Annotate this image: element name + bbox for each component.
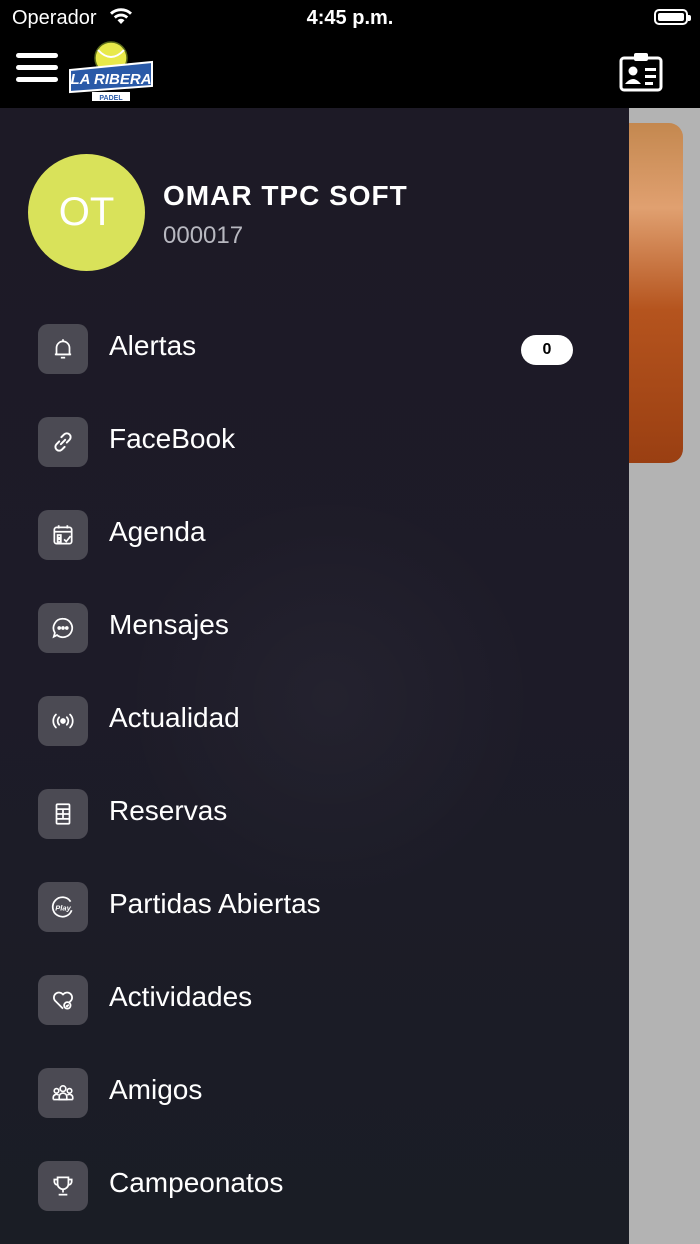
menu-item-mensajes[interactable]: Mensajes — [0, 589, 629, 669]
menu-label: Actualidad — [109, 702, 240, 733]
menu-label: Amigos — [109, 1074, 203, 1105]
battery-icon — [654, 9, 691, 25]
menu-label: Agenda — [109, 516, 206, 547]
menu-hamburger-icon[interactable] — [16, 53, 58, 83]
la-ribera-logo: LA RIBERA PADEL — [68, 40, 154, 109]
menu-label: Alertas — [109, 330, 197, 361]
chat-bubble-icon — [38, 603, 88, 653]
status-bar: Operador 4:45 p.m. — [0, 0, 700, 40]
bell-icon — [38, 324, 88, 374]
heart-check-icon — [38, 975, 88, 1025]
menu-item-alertas[interactable]: Alertas 0 — [0, 310, 629, 390]
alerts-count-badge: 0 — [521, 335, 573, 365]
link-icon — [38, 417, 88, 467]
menu-item-agenda[interactable]: Agenda — [0, 496, 629, 576]
menu-item-reservas[interactable]: Reservas — [0, 775, 629, 855]
member-card-icon[interactable] — [618, 52, 664, 99]
menu-item-facebook[interactable]: FaceBook — [0, 403, 629, 483]
calendar-icon — [38, 510, 88, 560]
menu-label: Campeonatos — [109, 1167, 284, 1198]
clock: 4:45 p.m. — [306, 7, 394, 29]
menu-item-campeonatos[interactable]: Campeonatos — [0, 1147, 629, 1227]
menu-item-actividades[interactable]: Actividades — [0, 961, 629, 1041]
menu-label: Reservas — [109, 795, 228, 826]
menu-item-actualidad[interactable]: Actualidad — [0, 682, 629, 762]
broadcast-icon — [38, 696, 88, 746]
member-id: 000017 — [163, 222, 244, 249]
group-icon — [38, 1068, 88, 1118]
user-name: OMAR TPC SOFT — [163, 180, 408, 211]
menu-label: Actividades — [109, 981, 253, 1012]
svg-text:Play: Play — [55, 903, 71, 912]
menu-label: Mensajes — [109, 609, 229, 640]
svg-text:LA RIBERA: LA RIBERA — [70, 71, 151, 88]
menu-item-amigos[interactable]: Amigos — [0, 1054, 629, 1134]
menu-item-partidas-abiertas[interactable]: Play Partidas Abiertas — [0, 868, 629, 948]
play-icon: Play — [38, 882, 88, 932]
trophy-icon — [38, 1161, 88, 1211]
side-drawer: OT OMAR TPC SOFT 000017 Alertas 0 FaceBo… — [0, 108, 629, 1244]
menu-label: FaceBook — [109, 423, 236, 454]
svg-text:PADEL: PADEL — [99, 95, 123, 102]
app-bar: LA RIBERA PADEL — [0, 40, 700, 108]
menu-label: Partidas Abiertas — [109, 888, 321, 919]
avatar[interactable]: OT — [28, 154, 145, 271]
avatar-initials: OT — [58, 190, 115, 234]
court-icon — [38, 789, 88, 839]
